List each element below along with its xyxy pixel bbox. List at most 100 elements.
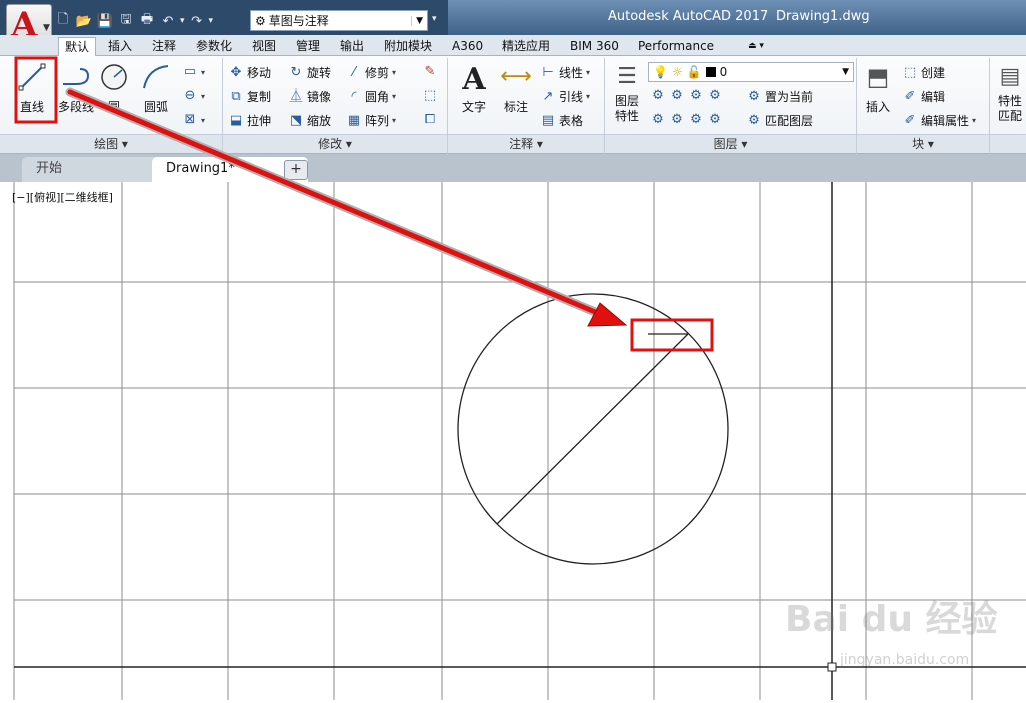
rotate-icon: ↻: [290, 64, 302, 80]
insert-block-icon: ⬒: [866, 63, 890, 91]
new-tab-button[interactable]: +: [284, 160, 308, 180]
mirror-button[interactable]: ⏅ 镜像: [288, 88, 331, 105]
tab-manage[interactable]: 管理: [290, 37, 326, 56]
hatch-tool[interactable]: ⊖ ▾: [182, 88, 205, 104]
tab-performance[interactable]: Performance: [632, 37, 720, 56]
layer-unisolate-icon: ⚙: [671, 112, 683, 127]
scale-button[interactable]: ⬔ 缩放: [288, 112, 331, 129]
workspace-selector[interactable]: ⚙ 草图与注释 ▼: [250, 10, 428, 31]
polyline-icon: [63, 68, 90, 85]
tab-featured-apps[interactable]: 精选应用: [496, 37, 556, 56]
fillet-button[interactable]: ◜ 圆角 ▾: [346, 88, 396, 105]
set-current-button[interactable]: ⚙ 置为当前: [746, 88, 813, 105]
layer-properties-button[interactable]: ☰ 图层 特性: [610, 62, 644, 124]
polyline-button[interactable]: 多段线: [54, 62, 98, 115]
layer-tools-row-2[interactable]: ⚙ ⚙ ⚙ ⚙: [650, 112, 723, 128]
save-icon[interactable]: 💾: [96, 12, 114, 30]
offset-icon: ⧠: [424, 112, 436, 127]
rectangle-icon: ▭: [183, 64, 197, 79]
edit-block-button[interactable]: ✐ 编辑: [902, 88, 945, 105]
stretch-icon: ⬓: [229, 112, 243, 128]
tab-parametric[interactable]: 参数化: [190, 37, 238, 56]
move-button[interactable]: ✥ 移动: [228, 64, 271, 81]
arc-button[interactable]: 圆弧: [138, 62, 174, 115]
layer-tools-row-1[interactable]: ⚙ ⚙ ⚙ ⚙: [650, 88, 723, 104]
edit-attributes-button[interactable]: ✐ 编辑属性 ▾: [902, 112, 976, 129]
dimension-button[interactable]: ⟷ 标注: [498, 62, 534, 115]
layer-isolate-icon: ⚙: [671, 88, 683, 103]
stretch-button[interactable]: ⬓ 拉伸: [228, 112, 271, 129]
text-icon: A: [462, 62, 486, 97]
create-block-icon: ⬚: [903, 64, 917, 80]
line-button[interactable]: 直线: [14, 62, 50, 115]
layer-on-icon: ⚙: [652, 112, 664, 127]
mirror-icon: ⏅: [289, 88, 303, 104]
set-current-icon: ⚙: [748, 88, 760, 104]
tab-home[interactable]: 默认: [58, 37, 97, 57]
unlock-icon: 🔓: [686, 65, 702, 79]
modify-panel-title[interactable]: 修改 ▾: [223, 134, 447, 153]
layer-dropdown[interactable]: 💡 ☼ 🔓 0 ▼: [648, 62, 854, 82]
trim-icon: ⁄: [352, 64, 356, 80]
offset-button[interactable]: ⧠: [422, 112, 438, 128]
redo-dropdown[interactable]: ▾: [209, 16, 214, 26]
create-block-button[interactable]: ⬚ 创建: [902, 64, 945, 81]
tab-a360[interactable]: A360: [446, 37, 489, 56]
circle-label: 圆: [107, 100, 120, 114]
leader-button[interactable]: ↗ 引线 ▾: [540, 88, 590, 105]
properties-button[interactable]: ▤ 特性 匹配: [994, 62, 1026, 124]
tab-addins[interactable]: 附加模块: [378, 37, 438, 56]
table-button[interactable]: ▤ 表格: [540, 112, 583, 129]
tab-bim360[interactable]: BIM 360: [564, 37, 625, 56]
qat-customize-icon[interactable]: ▾: [432, 14, 437, 24]
insert-block-button[interactable]: ⬒ 插入: [860, 62, 896, 115]
new-icon[interactable]: 🗋: [54, 12, 72, 30]
viewport-controls[interactable]: [−][俯视][二维线框]: [12, 189, 113, 205]
lightbulb-icon: 💡: [653, 65, 668, 79]
explode-button[interactable]: ⬚: [422, 88, 438, 104]
rectangle-tool[interactable]: ▭ ▾: [182, 64, 205, 80]
block-panel-title[interactable]: 块 ▾: [857, 134, 989, 153]
undo-icon[interactable]: ↶: [159, 12, 177, 30]
rotate-button[interactable]: ↻ 旋转: [288, 64, 331, 81]
linear-button[interactable]: ⊢ 线性 ▾: [540, 64, 590, 81]
quick-access-toolbar: 🗋 📂 💾 🖫 🖶 ↶ ▾ ↷ ▾: [54, 10, 213, 32]
open-icon[interactable]: 📂: [75, 12, 93, 30]
current-layer-name: 0: [719, 65, 728, 79]
chevron-down-icon: ▼: [842, 67, 849, 77]
undo-dropdown[interactable]: ▾: [180, 16, 185, 26]
trim-button[interactable]: ⁄ 修剪 ▾: [346, 64, 396, 81]
tab-view[interactable]: 视图: [246, 37, 282, 56]
redo-icon[interactable]: ↷: [188, 12, 206, 30]
hatch-icon: ⊠: [184, 112, 196, 127]
save-as-icon[interactable]: 🖫: [117, 12, 135, 30]
tab-output[interactable]: 输出: [334, 37, 370, 56]
copy-button[interactable]: ⧉ 复制: [228, 88, 271, 105]
diameter-line[interactable]: [496, 333, 689, 525]
draw-panel-title[interactable]: 绘图 ▾: [0, 134, 222, 153]
layers-panel-title[interactable]: 图层 ▾: [605, 134, 856, 153]
tab-annotate[interactable]: 注释: [146, 37, 182, 56]
app-title: Autodesk AutoCAD 2017: [608, 9, 769, 24]
watermark-url: jingyan.baidu.com: [840, 652, 970, 668]
boundary-tool[interactable]: ⊠ ▾: [182, 112, 205, 128]
circle-button[interactable]: 圆: [96, 62, 132, 115]
layer-freeze-icon: ⚙: [690, 88, 702, 103]
layers-icon: ☰: [617, 64, 637, 89]
array-button[interactable]: ▦ 阵列 ▾: [346, 112, 396, 129]
sun-icon: ☼: [671, 65, 683, 79]
match-layer-button[interactable]: ⚙ 匹配图层: [746, 112, 813, 129]
ribbon-minimize-icon[interactable]: ⏏ ▾: [742, 37, 770, 56]
leader-icon: ↗: [542, 88, 554, 104]
chevron-down-icon: ▼: [411, 15, 427, 26]
arc-label: 圆弧: [143, 100, 168, 114]
text-button[interactable]: A 文字: [456, 62, 492, 115]
ribbon-tab-bar: 默认 插入 注释 参数化 视图 管理 输出 附加模块 A360 精选应用 BIM…: [0, 35, 1026, 57]
copy-icon: ⧉: [231, 88, 241, 104]
annotation-panel-title[interactable]: 注释 ▾: [448, 134, 604, 153]
tab-insert[interactable]: 插入: [102, 37, 138, 56]
plot-icon[interactable]: 🖶: [138, 12, 156, 30]
erase-button[interactable]: ✎: [422, 64, 438, 80]
layer-thaw-icon: ⚙: [690, 112, 702, 127]
polyline-label: 多段线: [57, 100, 94, 114]
